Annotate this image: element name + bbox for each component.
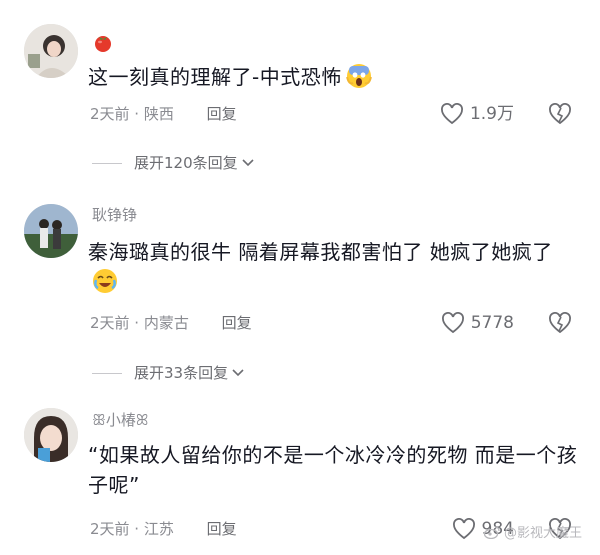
avatar[interactable] [24, 408, 78, 462]
comment-meta: 2天前 · 内蒙古 回复 [90, 313, 252, 333]
expand-replies-label: 展开33条回复 [134, 364, 229, 382]
comment-text-content: “如果故人留给你的不是一个冰冷冷的死物 而是一个孩子呢” [88, 443, 578, 497]
divider-line [92, 162, 122, 164]
username[interactable]: 耿铮铮 [92, 205, 137, 225]
avatar-image [24, 204, 78, 258]
username[interactable] [92, 31, 114, 53]
username-text: ꕥ小椿ꕤ [92, 411, 149, 429]
like-button[interactable]: 1.9万 [440, 103, 514, 125]
comment-text-content: 这一刻真的理解了-中式恐怖 [88, 65, 342, 89]
reply-button[interactable]: 回复 [207, 520, 237, 538]
comment-text: “如果故人留给你的不是一个冰冷冷的死物 而是一个孩子呢” [88, 440, 578, 500]
heart-icon [441, 312, 464, 334]
heart-icon [441, 103, 463, 125]
like-count: 5778 [470, 313, 514, 333]
tomato-icon [95, 36, 111, 52]
expand-replies-button[interactable]: 展开120条回复 [92, 153, 254, 173]
screaming-face-emoji [345, 64, 372, 88]
avatar-image [24, 408, 78, 462]
reply-button[interactable]: 回复 [222, 314, 252, 332]
watermark-text: @影视大魔王 [503, 526, 582, 541]
username[interactable]: ꕥ小椿ꕤ [92, 410, 148, 430]
comment-text-content: 秦海璐真的很牛 隔着屏幕我都害怕了 她疯了她疯了 [88, 240, 553, 264]
like-button[interactable]: 5778 [441, 312, 514, 334]
chevron-down-icon [232, 369, 244, 377]
comment-text: 这一刻真的理解了-中式恐怖 [88, 62, 578, 92]
heart-icon [452, 518, 475, 540]
chevron-down-icon [242, 159, 254, 167]
dislike-icon[interactable] [548, 103, 572, 125]
reply-button[interactable]: 回复 [207, 105, 237, 123]
expand-replies-label: 展开120条回复 [134, 154, 238, 172]
dislike-icon[interactable] [548, 312, 572, 334]
avatar[interactable] [24, 24, 78, 78]
time-location: 2天前 · 陕西 [90, 105, 174, 123]
like-count: 1.9万 [469, 104, 514, 124]
comment-text: 秦海璐真的很牛 隔着屏幕我都害怕了 她疯了她疯了 [88, 237, 568, 297]
time-location: 2天前 · 内蒙古 [90, 314, 189, 332]
divider-line [92, 372, 122, 374]
time-location: 2天前 · 江苏 [90, 520, 174, 538]
expand-replies-button[interactable]: 展开33条回复 [92, 363, 244, 383]
crying-laughing-emoji [93, 269, 117, 293]
weibo-icon [483, 525, 500, 539]
avatar-image [24, 24, 78, 78]
comment-meta: 2天前 · 陕西 回复 [90, 104, 237, 124]
avatar[interactable] [24, 204, 78, 258]
username-text: 耿铮铮 [92, 206, 138, 224]
watermark: @影视大魔王 [483, 522, 582, 541]
comment-meta: 2天前 · 江苏 回复 [90, 519, 237, 539]
